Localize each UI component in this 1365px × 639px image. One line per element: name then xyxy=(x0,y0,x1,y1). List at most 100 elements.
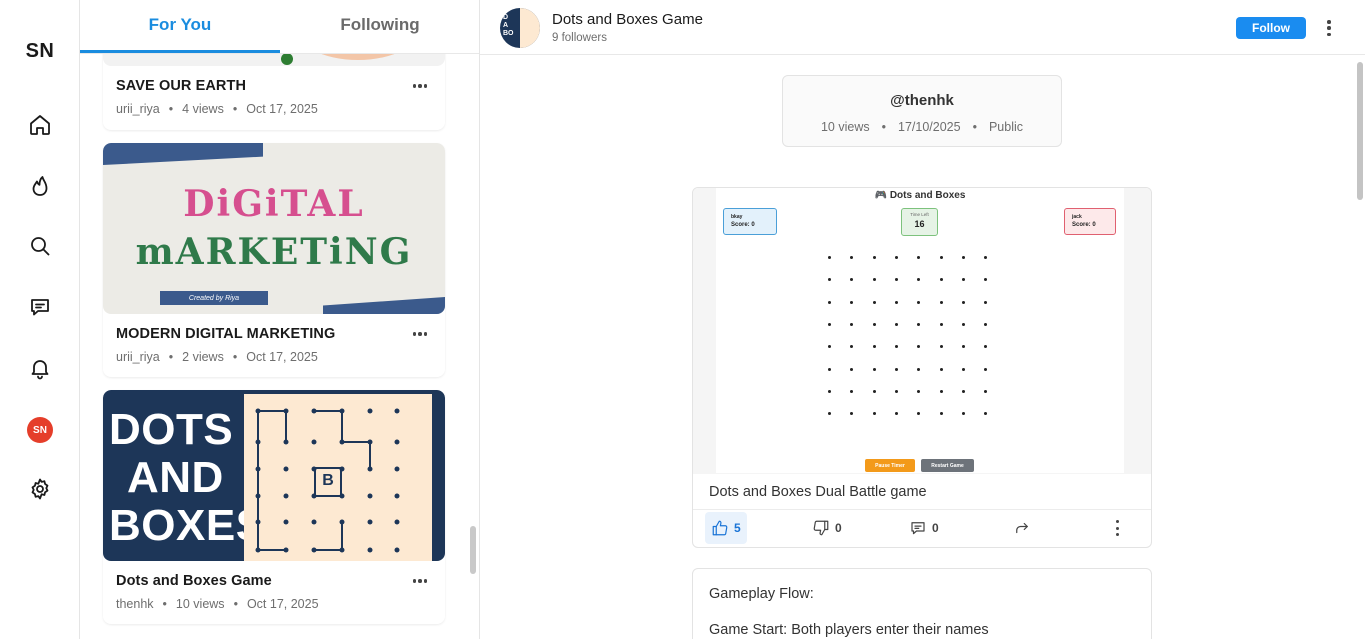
board-dot xyxy=(828,322,831,326)
board-dot xyxy=(939,345,943,349)
post-actions: 5 0 0 xyxy=(693,509,1151,547)
card-meta: urii_riya • 2 views • Oct 17, 2025 xyxy=(116,350,318,364)
board-dot xyxy=(894,278,898,282)
post-author[interactable]: @thenhk xyxy=(783,92,1061,109)
board-dot xyxy=(872,278,876,282)
channel-avatar[interactable]: D A BO xyxy=(500,8,540,48)
card-views: 10 views xyxy=(175,597,225,611)
bell-icon[interactable] xyxy=(24,352,56,384)
board-dot xyxy=(828,412,831,416)
board-dot xyxy=(872,256,876,259)
tab-for-you[interactable]: For You xyxy=(80,0,280,54)
app-root: SN SN For You Following SAVE OUR EARTH u… xyxy=(0,0,1365,639)
more-options-icon[interactable] xyxy=(1114,520,1120,536)
board-dot xyxy=(917,278,921,282)
search-icon[interactable] xyxy=(24,230,56,262)
feed-scrollbar[interactable] xyxy=(470,526,476,574)
detail-scrollbar[interactable] xyxy=(1357,62,1363,200)
gear-icon[interactable] xyxy=(24,473,56,505)
board-dot xyxy=(850,256,854,259)
card-title: Dots and Boxes Game xyxy=(116,573,272,589)
board-dot xyxy=(828,389,831,393)
board-dot xyxy=(961,367,965,371)
thumb-text: DOTS AND BOXES xyxy=(109,405,266,550)
board-dot xyxy=(894,367,898,371)
followers-count: 9 followers xyxy=(552,32,607,44)
follow-button[interactable]: Follow xyxy=(1236,17,1306,39)
like-button[interactable]: 5 xyxy=(705,512,747,544)
board-dot xyxy=(984,367,988,371)
board-dot xyxy=(894,256,898,259)
board-dot xyxy=(984,256,988,259)
board-dot xyxy=(917,345,921,349)
board-dot xyxy=(872,389,876,393)
channel-title[interactable]: Dots and Boxes Game xyxy=(552,11,703,28)
board-dot xyxy=(984,345,988,349)
card-meta: thenhk • 10 views • Oct 17, 2025 xyxy=(116,597,319,611)
board-dot xyxy=(850,322,854,326)
board-dot xyxy=(961,256,965,259)
post-card: 🎮 Dots and Boxes bkay Score: 0 Time Left… xyxy=(692,187,1152,548)
board-dot xyxy=(872,322,876,326)
restart-game-button: Restart Game xyxy=(921,459,974,472)
board-dot xyxy=(961,300,965,304)
post-description: Gameplay Flow: Game Start: Both players … xyxy=(692,568,1152,639)
card-author[interactable]: thenhk xyxy=(116,597,154,611)
board-dot xyxy=(984,412,988,416)
comment-button[interactable]: 0 xyxy=(903,512,945,544)
feed-card[interactable]: DiGiTAL mARKETiNG Created by Riya MODERN… xyxy=(103,143,445,377)
board-dot xyxy=(917,389,921,393)
post-visibility: Public xyxy=(988,120,1024,134)
card-thumbnail: DOTS AND BOXES B xyxy=(103,390,445,561)
feed-tabs: For You Following xyxy=(80,0,479,54)
board-dot xyxy=(917,367,921,371)
feed-column: For You Following SAVE OUR EARTH urii_ri… xyxy=(80,0,480,639)
more-options-icon[interactable] xyxy=(409,574,431,588)
card-title: MODERN DIGITAL MARKETING xyxy=(116,326,336,342)
more-options-icon[interactable] xyxy=(1324,18,1334,38)
board-dot xyxy=(850,278,854,282)
comment-icon xyxy=(911,522,925,535)
board-dot xyxy=(894,345,898,349)
board-dot xyxy=(828,300,831,304)
board-dot xyxy=(984,278,988,282)
board-dot xyxy=(850,345,854,349)
board-dot xyxy=(917,300,921,304)
board-dot xyxy=(872,412,876,416)
thumbs-up-icon xyxy=(712,520,728,536)
board-dot xyxy=(894,322,898,326)
feed-card[interactable]: DOTS AND BOXES B Dots and Boxes Game the… xyxy=(103,390,445,624)
share-icon xyxy=(1016,522,1028,534)
home-icon[interactable] xyxy=(24,109,56,141)
post-media[interactable]: 🎮 Dots and Boxes bkay Score: 0 Time Left… xyxy=(693,188,1151,474)
card-thumbnail: DiGiTAL mARKETiNG Created by Riya xyxy=(103,143,445,314)
game-title: 🎮 Dots and Boxes xyxy=(874,190,966,201)
card-meta: urii_riya • 4 views • Oct 17, 2025 xyxy=(116,102,318,116)
like-count: 5 xyxy=(734,521,741,535)
thumb-text: Created by Riya xyxy=(160,291,268,305)
board-dot xyxy=(872,345,876,349)
board-dot xyxy=(961,278,965,282)
card-author[interactable]: urii_riya xyxy=(116,102,160,116)
board-dot xyxy=(939,367,943,371)
flame-icon[interactable] xyxy=(24,170,56,202)
board-dot xyxy=(961,412,965,416)
share-button[interactable] xyxy=(1007,512,1037,544)
board-dot xyxy=(961,322,965,326)
dislike-button[interactable]: 0 xyxy=(806,512,848,544)
post-meta: 10 views • 17/10/2025 • Public xyxy=(820,120,1024,134)
more-options-icon[interactable] xyxy=(409,327,431,341)
detail-header: D A BO Dots and Boxes Game 9 followers Fol… xyxy=(480,0,1365,55)
avatar[interactable]: SN xyxy=(27,417,53,443)
app-logo[interactable]: SN xyxy=(0,40,80,63)
card-author[interactable]: urii_riya xyxy=(116,350,160,364)
message-icon[interactable] xyxy=(24,291,56,323)
board-dot xyxy=(961,345,965,349)
board-dot xyxy=(984,322,988,326)
dislike-count: 0 xyxy=(835,521,842,535)
board-dot xyxy=(894,300,898,304)
player1-box: bkay Score: 0 xyxy=(723,208,777,235)
tab-following[interactable]: Following xyxy=(280,0,479,54)
board-dot xyxy=(850,389,854,393)
more-options-icon[interactable] xyxy=(409,79,431,93)
